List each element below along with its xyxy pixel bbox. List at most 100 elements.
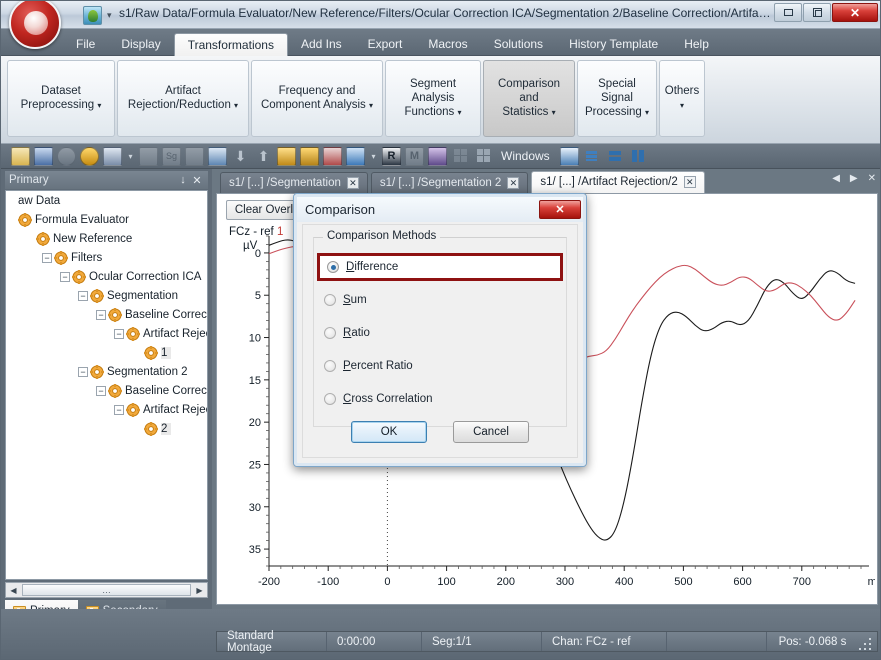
back-blue-icon[interactable] (346, 146, 365, 166)
scroll-left-icon[interactable]: ◀ (6, 586, 21, 595)
raw-r-icon[interactable] (139, 146, 158, 166)
document-tab[interactable]: s1/ [...] /Artifact Rejection/2 ✕ (531, 171, 705, 193)
export-icon[interactable] (300, 146, 319, 166)
tree-expander-icon[interactable]: − (78, 366, 88, 377)
ok-button[interactable]: OK (351, 421, 427, 443)
pin-icon[interactable]: ↓ (176, 174, 190, 186)
tab-close-icon[interactable]: ✕ (868, 173, 876, 184)
chevron-down-icon[interactable]: ▾ (97, 101, 101, 110)
tree-expander-icon[interactable]: − (42, 252, 52, 263)
cancel-button[interactable]: Cancel (453, 421, 529, 443)
radio-indicator[interactable] (327, 261, 339, 273)
tree-node[interactable]: − Segmentation (6, 286, 207, 305)
document-tab[interactable]: s1/ [...] /Segmentation 2 ✕ (370, 172, 529, 193)
ribbon-group-frequency-and[interactable]: Frequency and Component Analysis ▾ (251, 60, 383, 137)
radio-indicator[interactable] (324, 327, 336, 339)
tree-node[interactable]: − Artifact Rejection (6, 324, 207, 343)
tile-vertical-icon[interactable] (629, 147, 648, 166)
tab-prev-icon[interactable]: ◀ (832, 173, 840, 184)
tree-node[interactable]: − Ocular Correction ICA (6, 267, 207, 286)
dropdown-caret-icon-2[interactable]: ▾ (369, 152, 378, 161)
resize-grip[interactable] (858, 634, 874, 650)
close-icon[interactable]: ✕ (346, 176, 359, 189)
scroll-right-icon[interactable]: ▶ (192, 586, 207, 595)
tree-horizontal-scrollbar[interactable]: ◀ … ▶ (5, 582, 208, 598)
book-icon[interactable] (428, 146, 447, 166)
tree-node[interactable]: − Filters (6, 248, 207, 267)
layers-icon[interactable] (208, 146, 227, 166)
tree-expander-icon[interactable]: − (114, 328, 124, 339)
radio-option-percent-ratio[interactable]: Percent Ratio (324, 353, 413, 379)
tree-expander-icon[interactable]: − (78, 290, 88, 301)
radio-indicator[interactable] (324, 393, 336, 405)
ribbon-tab-macros[interactable]: Macros (415, 33, 480, 56)
window-new-icon[interactable] (559, 146, 579, 166)
tree-expander-icon[interactable]: − (96, 385, 106, 396)
chevron-down-icon[interactable]: ▾ (645, 108, 649, 117)
waveform-icon[interactable] (34, 146, 53, 166)
chevron-down-icon[interactable]: ▾ (107, 10, 112, 21)
tree-node[interactable]: − Baseline Correction (6, 381, 207, 400)
close-button[interactable]: ✕ (832, 3, 878, 22)
tree-node[interactable]: New Reference (6, 229, 207, 248)
globe-icon[interactable] (83, 5, 102, 25)
ribbon-tab-display[interactable]: Display (108, 33, 173, 56)
tree-node[interactable]: − Baseline Correction (6, 305, 207, 324)
ribbon-tab-file[interactable]: File (63, 33, 108, 56)
tree-expander-icon[interactable]: − (96, 309, 106, 320)
tree-expander-icon[interactable]: − (60, 271, 70, 282)
quick-access-toolbar[interactable]: ▾ (83, 4, 112, 26)
radio-option-cross-correlation[interactable]: Cross Correlation (324, 386, 432, 412)
arrow-up-icon[interactable]: ⬆ (254, 147, 273, 166)
radio-indicator[interactable] (324, 294, 336, 306)
tree-node[interactable]: 2 (6, 419, 207, 438)
close-icon[interactable]: ✕ (683, 176, 696, 188)
chevron-down-icon[interactable]: ▾ (369, 101, 373, 110)
dialog-close-button[interactable]: ✕ (539, 200, 581, 219)
radio-indicator[interactable] (324, 360, 336, 372)
ribbon-tab-help[interactable]: Help (671, 33, 722, 56)
r-boxed-icon[interactable]: R (382, 146, 401, 166)
tree-node[interactable]: 1 (6, 343, 207, 362)
ribbon-group-artifact[interactable]: Artifact Rejection/Reduction ▾ (117, 60, 249, 137)
grid-icon[interactable] (474, 147, 493, 166)
radio-option-ratio[interactable]: Ratio (324, 320, 370, 346)
tab-next-icon[interactable]: ▶ (850, 173, 858, 184)
peak-detect-icon[interactable] (277, 146, 296, 166)
zoom-search-icon[interactable] (80, 146, 99, 166)
radio-option-difference[interactable]: Difference (317, 253, 563, 281)
minimize-button[interactable] (774, 3, 802, 22)
chevron-down-icon[interactable]: ▾ (552, 108, 556, 117)
tree-expander-icon[interactable]: − (114, 404, 124, 415)
maximize-button[interactable] (803, 3, 831, 22)
ribbon-tab-history-template[interactable]: History Template (556, 33, 671, 56)
ribbon-tab-transformations[interactable]: Transformations (173, 33, 288, 56)
tree-node[interactable]: Formula Evaluator (6, 210, 207, 229)
dropdown-caret-icon[interactable]: ▾ (126, 152, 135, 161)
ribbon-tab-solutions[interactable]: Solutions (481, 33, 556, 56)
ribbon-group-others[interactable]: Others ▾ (659, 60, 705, 137)
ribbon-tab-export[interactable]: Export (355, 33, 416, 56)
dataset-tree[interactable]: aw Data Formula Evaluator New Reference − Fi… (5, 190, 208, 580)
tree-node[interactable]: − Artifact Rejection (6, 400, 207, 419)
chart-icon[interactable] (185, 146, 204, 166)
plus-grid-icon[interactable] (451, 147, 470, 166)
close-icon[interactable]: ✕ (507, 176, 520, 189)
ribbon-group-special-signal[interactable]: Special Signal Processing ▾ (577, 60, 657, 137)
magnifier-icon[interactable] (57, 146, 76, 166)
ribbon-group-dataset[interactable]: Dataset Preprocessing ▾ (7, 60, 115, 137)
tree-node[interactable]: − Segmentation 2 (6, 362, 207, 381)
tile-horizontal-icon[interactable] (606, 147, 625, 166)
ribbon-tab-add-ins[interactable]: Add Ins (288, 33, 355, 56)
arrow-down-icon[interactable]: ⬇ (231, 147, 250, 166)
chevron-down-icon[interactable]: ▾ (234, 101, 238, 110)
tree-node[interactable]: aw Data (6, 191, 207, 210)
ribbon-group-comparison-and[interactable]: Comparison and Statistics ▾ (483, 60, 575, 137)
radio-option-sum[interactable]: Sum (324, 287, 367, 313)
m-boxed-icon[interactable]: M (405, 146, 424, 166)
chevron-down-icon[interactable]: ▾ (680, 101, 684, 110)
segment-sg-icon[interactable]: Sg (162, 146, 181, 166)
comparison-dialog[interactable]: Comparison ✕ Comparison Methods Differen… (293, 193, 587, 467)
scale-icon[interactable] (103, 146, 122, 166)
close-icon[interactable]: ✕ (190, 174, 204, 187)
